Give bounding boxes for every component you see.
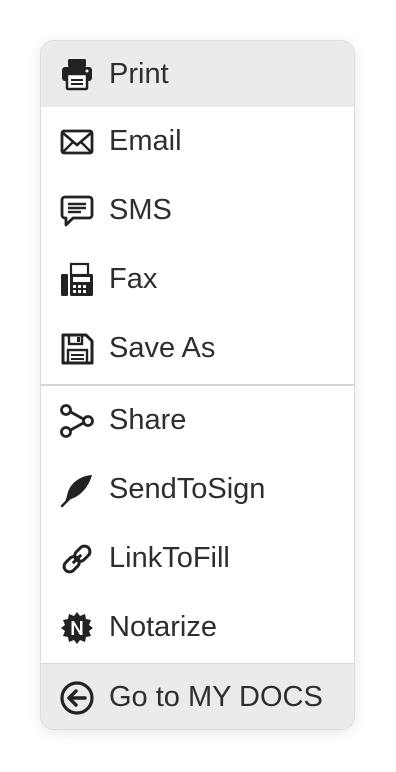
menu-item-label: SMS [109, 194, 172, 226]
menu-item-share[interactable]: Share [41, 386, 354, 455]
fax-icon [59, 262, 95, 298]
menu-item-label: LinkToFill [109, 542, 230, 574]
printer-icon [59, 56, 95, 92]
menu-item-fax[interactable]: Fax [41, 245, 354, 314]
menu-item-label: Share [109, 404, 187, 436]
export-menu: Print Email SMS Fax Save As Share SendTo… [40, 40, 355, 730]
envelope-icon [59, 124, 95, 160]
menu-item-link-to-fill[interactable]: LinkToFill [41, 524, 354, 593]
feather-icon [59, 472, 95, 508]
menu-item-label: Save As [109, 332, 216, 364]
menu-item-label: Fax [109, 263, 158, 295]
menu-item-notarize[interactable]: Notarize [41, 593, 354, 662]
menu-item-label: SendToSign [109, 473, 266, 505]
menu-item-label: Notarize [109, 611, 217, 643]
share-icon [59, 403, 95, 439]
notary-badge-icon [59, 610, 95, 646]
menu-item-print[interactable]: Print [41, 41, 354, 107]
link-icon [59, 541, 95, 577]
menu-item-save-as[interactable]: Save As [41, 314, 354, 383]
go-to-my-docs-button[interactable]: Go to MY DOCS [41, 663, 354, 729]
circle-arrow-left-icon [59, 680, 95, 716]
menu-item-label: Print [109, 57, 169, 90]
menu-item-sms[interactable]: SMS [41, 176, 354, 245]
menu-item-label: Email [109, 125, 182, 157]
go-to-my-docs-label: Go to MY DOCS [109, 681, 323, 713]
menu-item-email[interactable]: Email [41, 107, 354, 176]
message-icon [59, 193, 95, 229]
floppy-disk-icon [59, 331, 95, 367]
menu-item-send-to-sign[interactable]: SendToSign [41, 455, 354, 524]
